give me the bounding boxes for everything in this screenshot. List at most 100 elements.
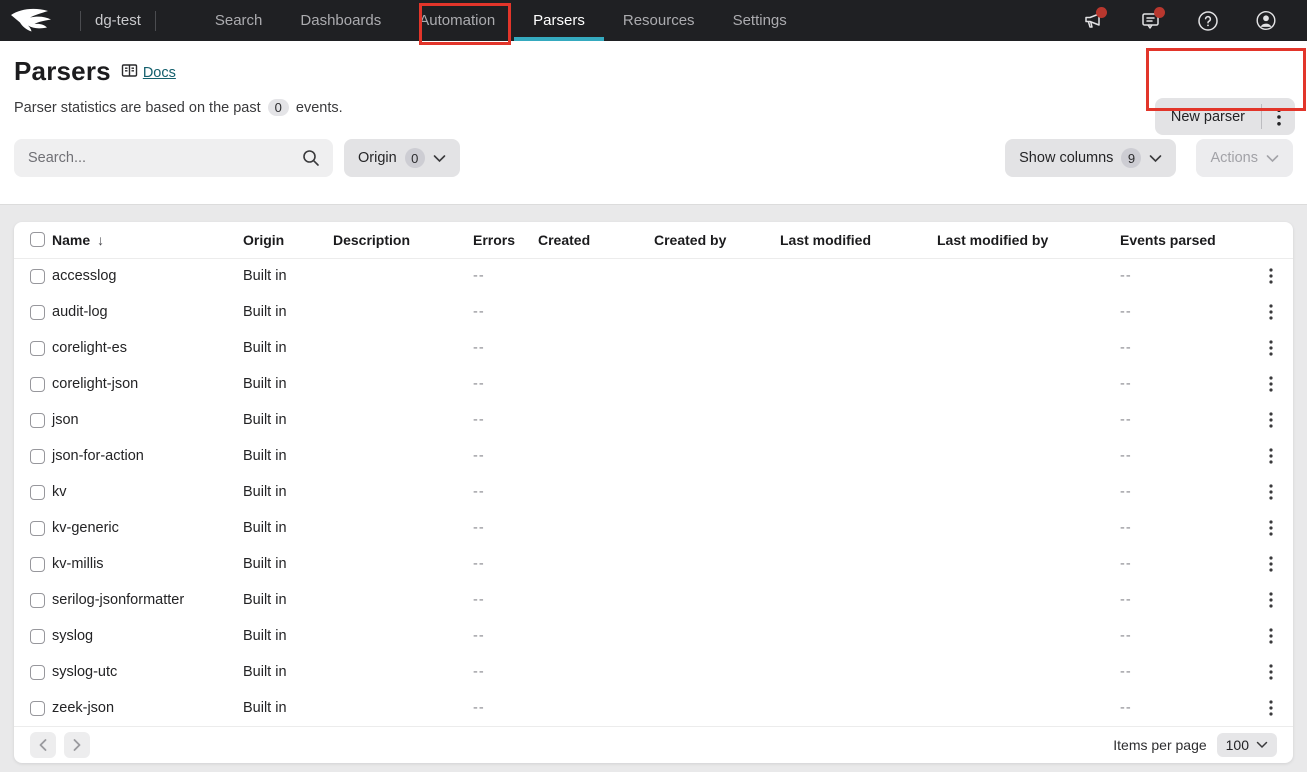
- crowdstrike-logo-icon[interactable]: [10, 7, 56, 34]
- table-row[interactable]: kv-millis Built in -- --: [14, 546, 1293, 582]
- parser-last-modified-by: [937, 438, 1120, 474]
- nav-item-search[interactable]: Search: [196, 0, 282, 41]
- parser-events-parsed: --: [1120, 654, 1248, 690]
- parser-origin: Built in: [243, 474, 333, 510]
- column-header-last-modified-by[interactable]: Last modified by: [937, 222, 1120, 258]
- column-header-errors[interactable]: Errors: [473, 222, 538, 258]
- row-menu-button[interactable]: [1259, 696, 1283, 720]
- parser-last-modified-by: [937, 546, 1120, 582]
- row-checkbox[interactable]: [30, 449, 45, 464]
- parser-created-by: [654, 402, 780, 438]
- parser-origin: Built in: [243, 654, 333, 690]
- parser-events-parsed: --: [1120, 402, 1248, 438]
- nav-item-resources[interactable]: Resources: [604, 0, 714, 41]
- table-row[interactable]: syslog-utc Built in -- --: [14, 654, 1293, 690]
- row-checkbox[interactable]: [30, 269, 45, 284]
- help-icon[interactable]: [1197, 10, 1219, 32]
- actions-button[interactable]: Actions: [1196, 139, 1293, 177]
- kebab-menu-icon: [1269, 700, 1273, 716]
- row-checkbox[interactable]: [30, 629, 45, 644]
- table-row[interactable]: serilog-jsonformatter Built in -- --: [14, 582, 1293, 618]
- row-checkbox[interactable]: [30, 701, 45, 716]
- parser-events-parsed: --: [1120, 474, 1248, 510]
- new-parser-button[interactable]: New parser: [1155, 98, 1261, 135]
- search-input[interactable]: [14, 139, 333, 177]
- nav-item-parsers[interactable]: Parsers: [514, 0, 604, 41]
- repository-name[interactable]: dg-test: [95, 12, 141, 29]
- parser-created: [538, 546, 654, 582]
- docs-link[interactable]: Docs: [143, 65, 176, 81]
- parser-description: [333, 330, 473, 366]
- row-menu-button[interactable]: [1259, 552, 1283, 576]
- row-checkbox[interactable]: [30, 485, 45, 500]
- row-menu-button[interactable]: [1259, 624, 1283, 648]
- show-columns-button[interactable]: Show columns 9: [1005, 139, 1176, 177]
- parsers-table: Name ↓ Origin Description Errors Created…: [14, 222, 1293, 726]
- table-header-row: Name ↓ Origin Description Errors Created…: [14, 222, 1293, 258]
- table-row[interactable]: corelight-json Built in -- --: [14, 366, 1293, 402]
- column-header-description[interactable]: Description: [333, 222, 473, 258]
- column-header-events-parsed[interactable]: Events parsed: [1120, 222, 1248, 258]
- nav-item-dashboards[interactable]: Dashboards: [281, 0, 400, 41]
- next-page-button[interactable]: [64, 732, 90, 758]
- new-parser-menu-button[interactable]: [1262, 98, 1295, 135]
- parser-last-modified-by: [937, 654, 1120, 690]
- parser-name: corelight-json: [52, 366, 243, 402]
- table-row[interactable]: accesslog Built in -- --: [14, 258, 1293, 294]
- column-header-created-by[interactable]: Created by: [654, 222, 780, 258]
- row-menu-button[interactable]: [1259, 372, 1283, 396]
- column-header-created[interactable]: Created: [538, 222, 654, 258]
- announcements-icon[interactable]: [1081, 10, 1103, 32]
- kebab-menu-icon: [1269, 268, 1273, 284]
- parser-description: [333, 582, 473, 618]
- parser-last-modified: [780, 582, 937, 618]
- row-menu-button[interactable]: [1259, 588, 1283, 612]
- parser-table-body: accesslog Built in -- -- audit-log Built…: [14, 258, 1293, 726]
- table-row[interactable]: kv-generic Built in -- --: [14, 510, 1293, 546]
- row-menu-button[interactable]: [1259, 336, 1283, 360]
- row-checkbox[interactable]: [30, 413, 45, 428]
- row-menu-button[interactable]: [1259, 300, 1283, 324]
- column-header-origin[interactable]: Origin: [243, 222, 333, 258]
- row-checkbox[interactable]: [30, 557, 45, 572]
- row-menu-button[interactable]: [1259, 516, 1283, 540]
- table-row[interactable]: json Built in -- --: [14, 402, 1293, 438]
- select-all-checkbox[interactable]: [30, 232, 45, 247]
- row-checkbox[interactable]: [30, 377, 45, 392]
- row-checkbox[interactable]: [30, 665, 45, 680]
- row-menu-button[interactable]: [1259, 444, 1283, 468]
- nav-item-automation[interactable]: Automation: [400, 0, 514, 41]
- parser-created: [538, 582, 654, 618]
- row-menu-button[interactable]: [1259, 660, 1283, 684]
- row-menu-button[interactable]: [1259, 264, 1283, 288]
- table-row[interactable]: syslog Built in -- --: [14, 618, 1293, 654]
- table-row[interactable]: kv Built in -- --: [14, 474, 1293, 510]
- nav-item-settings[interactable]: Settings: [714, 0, 806, 41]
- table-row[interactable]: corelight-es Built in -- --: [14, 330, 1293, 366]
- row-checkbox[interactable]: [30, 593, 45, 608]
- origin-filter-button[interactable]: Origin 0: [344, 139, 460, 177]
- parser-created: [538, 258, 654, 294]
- parser-events-parsed: --: [1120, 546, 1248, 582]
- show-columns-count-badge: 9: [1121, 148, 1141, 168]
- row-checkbox[interactable]: [30, 521, 45, 536]
- parser-last-modified: [780, 294, 937, 330]
- search-icon[interactable]: [301, 148, 321, 173]
- parser-last-modified-by: [937, 582, 1120, 618]
- row-menu-button[interactable]: [1259, 480, 1283, 504]
- row-checkbox[interactable]: [30, 341, 45, 356]
- table-row[interactable]: audit-log Built in -- --: [14, 294, 1293, 330]
- parser-errors: --: [473, 546, 538, 582]
- column-header-last-modified[interactable]: Last modified: [780, 222, 937, 258]
- parser-created: [538, 366, 654, 402]
- column-header-name[interactable]: Name ↓: [52, 222, 243, 258]
- table-row[interactable]: json-for-action Built in -- --: [14, 438, 1293, 474]
- parser-last-modified-by: [937, 294, 1120, 330]
- table-row[interactable]: zeek-json Built in -- --: [14, 690, 1293, 726]
- previous-page-button[interactable]: [30, 732, 56, 758]
- feedback-icon[interactable]: [1139, 10, 1161, 32]
- row-menu-button[interactable]: [1259, 408, 1283, 432]
- profile-icon[interactable]: [1255, 10, 1277, 32]
- items-per-page-select[interactable]: 100: [1217, 733, 1277, 757]
- row-checkbox[interactable]: [30, 305, 45, 320]
